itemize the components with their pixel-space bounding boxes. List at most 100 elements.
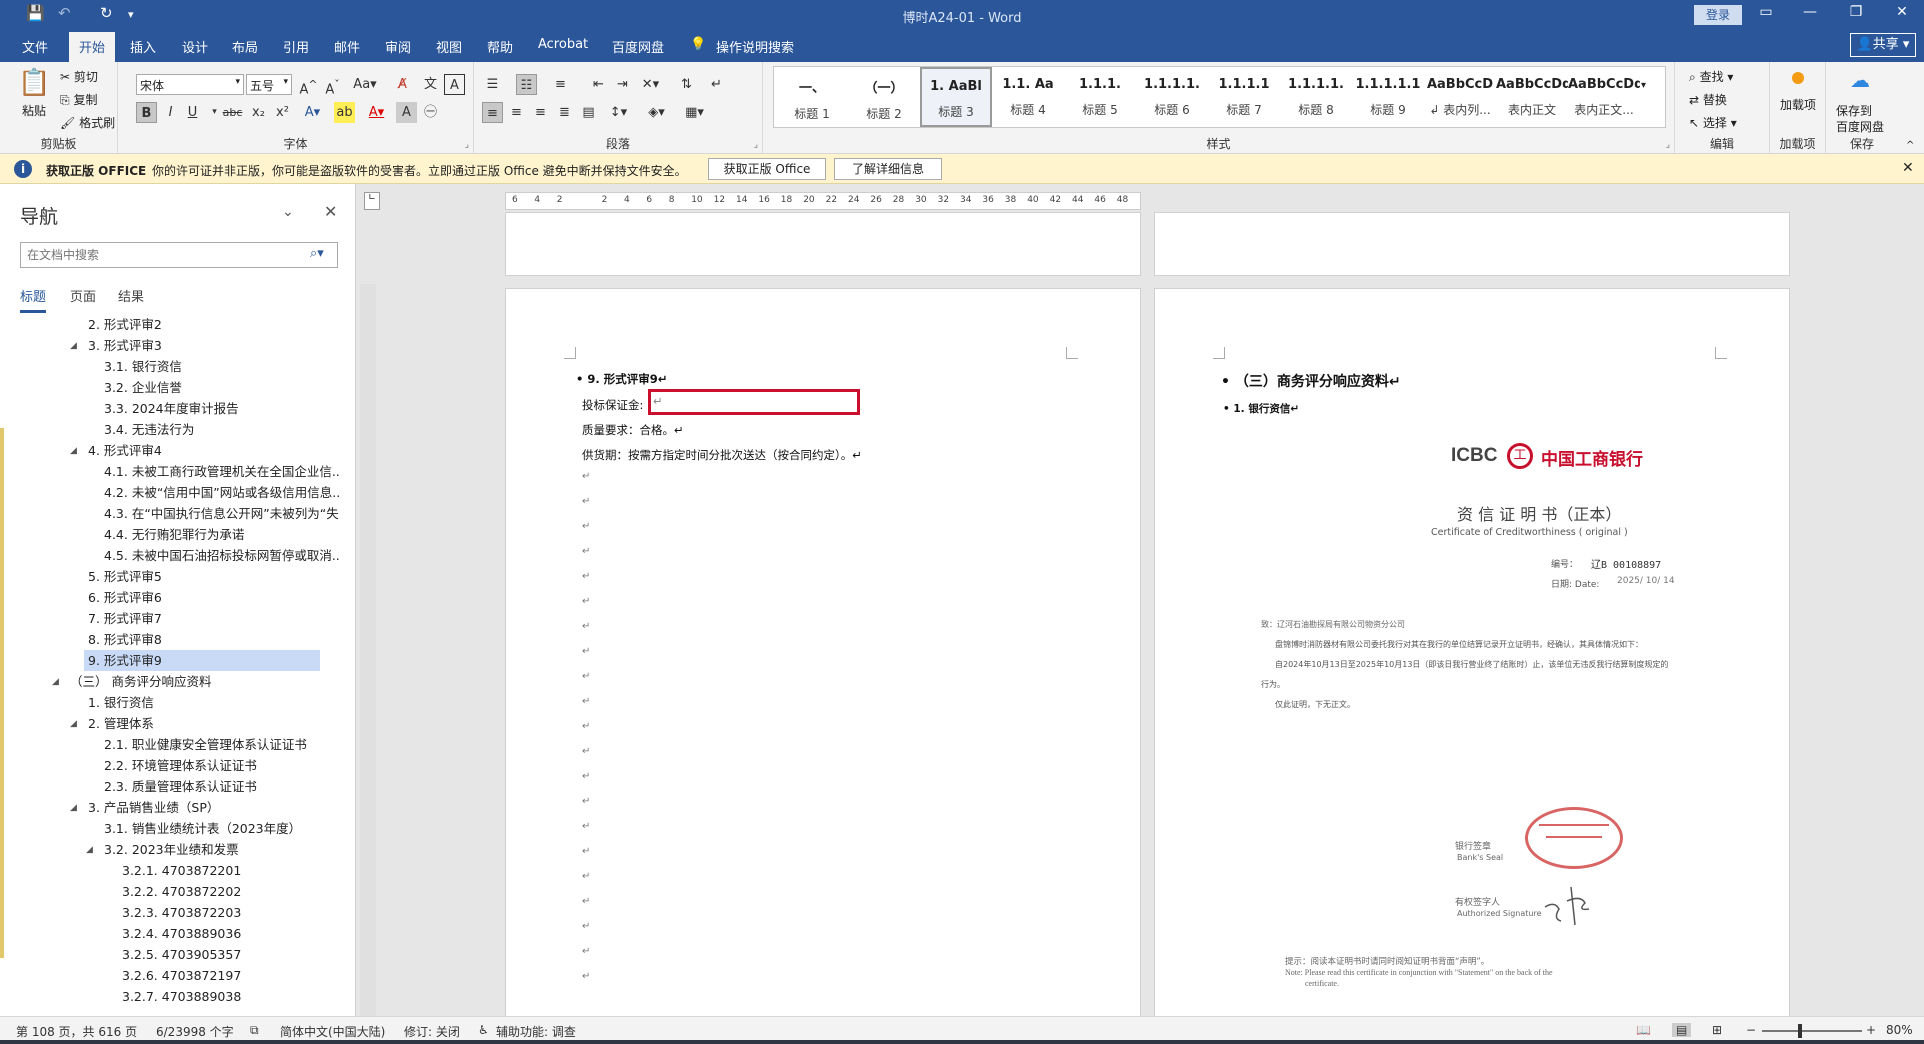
character-shading-icon[interactable]: A bbox=[396, 102, 417, 123]
paste-icon[interactable]: 📋 bbox=[18, 68, 50, 98]
close-message-icon[interactable]: ✕ bbox=[1902, 160, 1914, 176]
collapse-ribbon-icon[interactable]: ^ bbox=[1906, 140, 1914, 151]
nav-heading-item[interactable]: 4.2. 未被“信用中国”网站或各级信用信息... bbox=[104, 482, 340, 503]
highlight-icon[interactable]: ab bbox=[334, 102, 355, 123]
word-count[interactable]: 6/23998 个字 bbox=[156, 1023, 234, 1040]
nav-heading-item[interactable]: 4.3. 在“中国执行信息公开网”未被列为“失... bbox=[104, 503, 340, 524]
expand-collapse-icon[interactable]: ◢ bbox=[86, 845, 93, 855]
nav-heading-item[interactable]: 3.2.7. 4703889038 bbox=[122, 986, 241, 1007]
tab-layout[interactable]: 布局 bbox=[232, 37, 258, 56]
horizontal-ruler[interactable]: 6 4 2 2 4 6 8 10 12 14 16 18 20 22 24 26 28 30 32 34 36 38 40 4… bbox=[505, 192, 1141, 210]
ribbon-display-options-icon[interactable]: ▭ bbox=[1748, 4, 1784, 20]
style-item[interactable]: 1.1.1.1 标题 7 bbox=[1208, 67, 1280, 127]
tab-design[interactable]: 设计 bbox=[182, 37, 208, 56]
nav-heading-item[interactable]: 5. 形式评审5 bbox=[88, 566, 162, 587]
character-border-icon[interactable]: A bbox=[444, 74, 465, 95]
nav-heading-item[interactable]: 3.1. 销售业绩统计表（2023年度） bbox=[104, 818, 301, 839]
nav-heading-item[interactable]: 1. 银行资信 bbox=[88, 692, 154, 713]
align-center-icon[interactable]: ≡ bbox=[506, 102, 527, 123]
expand-collapse-icon[interactable]: ◢ bbox=[70, 719, 77, 729]
font-name-combo[interactable]: 宋体 ▾ bbox=[136, 74, 244, 95]
tab-mailings[interactable]: 邮件 bbox=[334, 37, 360, 56]
zoom-level[interactable]: 80% bbox=[1886, 1023, 1913, 1037]
bold-icon[interactable]: B bbox=[136, 102, 157, 123]
nav-heading-item[interactable]: 3.1. 银行资信 bbox=[104, 356, 182, 377]
tab-baidu-netdisk[interactable]: 百度网盘 bbox=[612, 37, 664, 56]
commercial-heading[interactable]: • （三）商务评分响应资料↵ bbox=[1221, 371, 1401, 391]
nav-heading-item[interactable]: （三） 商务评分响应资料 bbox=[70, 671, 211, 692]
nav-heading-item[interactable]: 2.2. 环境管理体系认证证书 bbox=[104, 755, 257, 776]
tab-file[interactable]: 文件 bbox=[22, 37, 48, 56]
nav-heading-item[interactable]: 3.2.3. 4703872203 bbox=[122, 902, 241, 923]
nav-heading-item[interactable]: 3.3. 2024年度审计报告 bbox=[104, 398, 239, 419]
bid-bond-label[interactable]: 投标保证金: bbox=[582, 397, 643, 413]
copy-button[interactable]: ⎘ 复制 bbox=[60, 91, 97, 108]
font-color-icon[interactable]: A▾ bbox=[366, 102, 387, 123]
tab-home[interactable]: 开始 bbox=[69, 32, 116, 62]
align-left-icon[interactable]: ≡ bbox=[482, 102, 503, 123]
nav-heading-item[interactable]: 6. 形式评审6 bbox=[88, 587, 162, 608]
save-to-baidu-line1[interactable]: 保存到 bbox=[1836, 102, 1872, 119]
bullets-icon[interactable]: ☰ bbox=[482, 74, 503, 95]
gallery-more-icon[interactable]: ▾ bbox=[1641, 80, 1646, 91]
save-to-baidu-line2[interactable]: 百度网盘 bbox=[1836, 118, 1884, 135]
expand-collapse-icon[interactable]: ◢ bbox=[70, 341, 77, 351]
show-marks-icon[interactable]: ↵ bbox=[706, 74, 727, 95]
nav-heading-item[interactable]: 3.2. 企业信誉 bbox=[104, 377, 182, 398]
bank-credit-subheading[interactable]: • 1. 银行资信↵ bbox=[1223, 401, 1299, 416]
document-page-left[interactable]: • 9. 形式评审9↵ 投标保证金: ↵ 质量要求：合格。↵ 供货期：按需方指定… bbox=[505, 288, 1141, 1018]
tab-help[interactable]: 帮助 bbox=[487, 37, 513, 56]
nav-heading-item[interactable]: 2. 管理体系 bbox=[88, 713, 154, 734]
text-effects-icon[interactable]: A▾ bbox=[302, 102, 323, 123]
addins-icon[interactable] bbox=[1792, 72, 1804, 84]
track-changes-status[interactable]: 修订: 关闭 bbox=[404, 1023, 460, 1040]
numbering-icon[interactable]: ☷ bbox=[516, 74, 537, 95]
strikethrough-icon[interactable]: abc bbox=[222, 102, 243, 123]
style-item[interactable]: 一、 标题 1 bbox=[776, 67, 848, 127]
nav-heading-item[interactable]: 3.4. 无违法行为 bbox=[104, 419, 194, 440]
expand-collapse-icon[interactable]: ◢ bbox=[52, 677, 59, 687]
restore-icon[interactable]: ❐ bbox=[1838, 4, 1874, 20]
nav-heading-item[interactable]: 9. 形式评审9 bbox=[84, 650, 320, 671]
nav-heading-item[interactable]: 2.1. 职业健康安全管理体系认证证书 bbox=[104, 734, 307, 755]
style-item[interactable]: 1.1.1.1.1 标题 9 bbox=[1352, 67, 1424, 127]
style-item[interactable]: 1. AaBl 标题 3 bbox=[920, 67, 992, 127]
close-nav-icon[interactable]: ✕ bbox=[324, 202, 337, 221]
style-item[interactable]: 1.1.1.1. 标题 8 bbox=[1280, 67, 1352, 127]
login-button[interactable]: 登录 bbox=[1694, 5, 1742, 25]
nav-search-input[interactable] bbox=[20, 242, 338, 268]
get-genuine-office-button[interactable]: 获取正版 Office bbox=[708, 158, 826, 180]
paste-button[interactable]: 粘贴 bbox=[22, 102, 46, 119]
nav-heading-item[interactable]: 2. 形式评审2 bbox=[88, 314, 162, 335]
italic-icon[interactable]: I bbox=[160, 102, 181, 123]
read-mode-icon[interactable]: 📖 bbox=[1636, 1023, 1651, 1037]
page-count[interactable]: 第 108 页，共 616 页 bbox=[16, 1023, 137, 1040]
select-button[interactable]: ↖ 选择 ▾ bbox=[1689, 114, 1737, 131]
style-item[interactable]: 1.1. Aa 标题 4 bbox=[992, 67, 1064, 127]
bid-bond-highlight-box[interactable]: ↵ bbox=[648, 389, 860, 415]
nav-heading-item[interactable]: 7. 形式评审7 bbox=[88, 608, 162, 629]
font-size-combo[interactable]: 五号 ▾ bbox=[246, 74, 292, 95]
justify-icon[interactable]: ≣ bbox=[554, 102, 575, 123]
nav-heading-item[interactable]: 2.3. 质量管理体系认证证书 bbox=[104, 776, 257, 797]
nav-heading-item[interactable]: 3.2.1. 4703872201 bbox=[122, 860, 241, 881]
tab-references[interactable]: 引用 bbox=[283, 37, 309, 56]
nav-tab-pages[interactable]: 页面 bbox=[70, 286, 96, 305]
change-case-icon[interactable]: Aa▾ bbox=[350, 74, 380, 95]
minimize-icon[interactable]: — bbox=[1792, 4, 1828, 20]
tab-selector[interactable]: ∟ bbox=[364, 192, 380, 210]
style-item[interactable]: AaBbCcDd 表内正文... bbox=[1568, 67, 1640, 127]
nav-heading-item[interactable]: 3.2. 2023年业绩和发票 bbox=[104, 839, 239, 860]
clear-formatting-icon[interactable]: A̸ bbox=[392, 74, 413, 95]
close-window-icon[interactable]: ✕ bbox=[1884, 4, 1920, 20]
web-layout-icon[interactable]: ⊞ bbox=[1712, 1023, 1722, 1037]
chinese-layout-icon[interactable]: ✕▾ bbox=[640, 74, 661, 95]
language-status[interactable]: 简体中文(中国大陆) bbox=[280, 1023, 385, 1040]
nav-heading-item[interactable]: 3. 形式评审3 bbox=[88, 335, 162, 356]
learn-more-button[interactable]: 了解详细信息 bbox=[834, 158, 942, 180]
baidu-netdisk-icon[interactable]: ☁ bbox=[1850, 68, 1870, 92]
zoom-slider[interactable] bbox=[1762, 1024, 1862, 1038]
nav-heading-item[interactable]: 3.2.4. 4703889036 bbox=[122, 923, 241, 944]
quality-line[interactable]: 质量要求：合格。↵ bbox=[582, 422, 684, 438]
line-spacing-icon[interactable]: ↕▾ bbox=[608, 102, 629, 123]
